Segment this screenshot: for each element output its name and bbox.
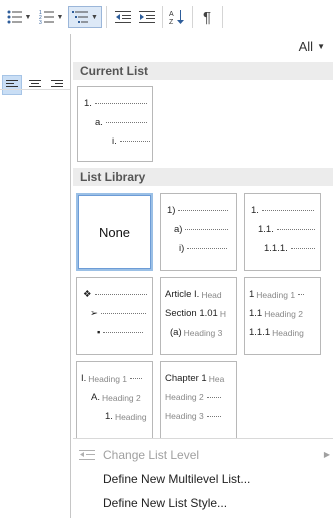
list-level-2: Section 1.01 H [165,308,226,319]
list-style-article-section[interactable]: Article I. Head Section 1.01 H (a) Heading … [160,277,237,355]
list-level-3: i) [179,243,228,254]
chevron-down-icon: ▼ [317,42,325,51]
list-level-1: Article I. Head [165,289,222,300]
list-filter-dropdown[interactable]: All ▼ [299,39,325,54]
align-left-button[interactable] [2,75,22,95]
define-new-list-style-label: Define New List Style... [103,496,228,510]
list-level-3: (a) Heading 3 [170,327,223,338]
list-level-2: 1.1. [258,224,315,235]
list-style-heading-roman[interactable]: I. Heading 1 A. Heading 2 1. Heading [76,361,153,439]
divider [0,89,70,90]
ribbon-separator [162,6,163,28]
menu-separator [73,438,333,439]
paragraph-group-background [0,34,70,518]
list-level-3: Heading 3 [165,411,221,421]
section-header-list-library: List Library [73,168,333,186]
list-style-paren[interactable]: 1) a) i) [160,193,237,271]
list-level-3: i. [112,136,150,147]
svg-text:A: A [169,11,174,18]
ribbon-paragraph-group: ▼ 1 2 3 ▼ ▼ A Z ¶ [0,0,335,34]
bullets-icon [7,10,22,24]
list-level-1: 1 Heading 1 [249,289,305,300]
list-level-2: 1.1 Heading 2 [249,308,303,319]
increase-indent-icon [139,11,155,23]
list-filter-label: All [298,39,314,54]
list-style-chapter[interactable]: Chapter 1 Hea Heading 2 Heading 3 [160,361,237,439]
multilevel-list-dropdown: All ▼ Current List 1. a. i. List Library… [70,34,335,518]
decrease-indent-icon [115,11,131,23]
none-label: None [98,224,131,240]
change-list-level-label: Change List Level [103,448,200,462]
chevron-down-icon: ▼ [24,13,32,21]
align-center-button[interactable] [26,75,44,95]
svg-text:3: 3 [39,20,42,24]
section-header-current-list: Current List [73,62,333,80]
define-new-multilevel-list-label: Define New Multilevel List... [103,472,251,486]
list-level-1: ❖ [83,289,147,300]
ribbon-separator [192,6,193,28]
sort-az-icon: A Z [169,10,184,25]
svg-text:Z: Z [169,19,174,25]
multilevel-list-icon [72,11,89,23]
list-level-1: 1. [251,205,314,216]
pilcrow-icon: ¶ [202,8,212,26]
current-list-tile[interactable]: 1. a. i. [77,86,153,162]
list-level-1: 1. [84,98,147,109]
numbering-icon: 1 2 3 [39,10,54,24]
list-level-3: 1.1.1 Heading [249,327,304,338]
chevron-down-icon: ▼ [56,13,64,21]
align-right-button[interactable] [48,75,66,95]
show-formatting-button[interactable]: ¶ [196,6,218,28]
increase-indent-button[interactable] [136,6,158,28]
chevron-right-icon: ▶ [323,450,330,459]
list-level-2: A. Heading 2 [91,392,141,403]
sort-button[interactable]: A Z [166,6,188,28]
list-style-bullets[interactable]: ❖ ➢ ▪ [76,277,153,355]
list-style-heading-decimal[interactable]: 1 Heading 1 1.1 Heading 2 1.1.1 Heading [244,277,321,355]
change-list-level-icon [79,450,95,460]
list-style-none[interactable]: None [76,193,153,271]
list-level-2: a. [95,117,147,128]
multilevel-list-button[interactable]: ▼ [68,6,102,28]
ribbon-separator [222,6,223,28]
list-level-2: Heading 2 [165,392,221,402]
list-level-3: 1.1.1. [264,243,315,254]
chevron-down-icon: ▼ [91,13,98,21]
change-list-level-item[interactable]: Change List Level ▶ [71,444,334,466]
list-style-decimal[interactable]: 1. 1.1. 1.1.1. [244,193,321,271]
define-new-multilevel-list-item[interactable]: Define New Multilevel List... [71,468,334,490]
list-level-1: I. Heading 1 [81,373,143,384]
list-level-1: Chapter 1 Hea [165,373,225,384]
list-level-1: 1) [167,205,229,216]
ribbon-separator [106,6,107,28]
numbering-button[interactable]: 1 2 3 ▼ [36,6,66,28]
list-level-2: a) [174,224,229,235]
define-new-list-style-item[interactable]: Define New List Style... [71,492,334,514]
decrease-indent-button[interactable] [112,6,134,28]
list-level-3: 1. Heading [105,411,147,422]
bullets-button[interactable]: ▼ [4,6,34,28]
list-level-3: ▪ [97,327,144,338]
list-level-2: ➢ [90,308,146,319]
